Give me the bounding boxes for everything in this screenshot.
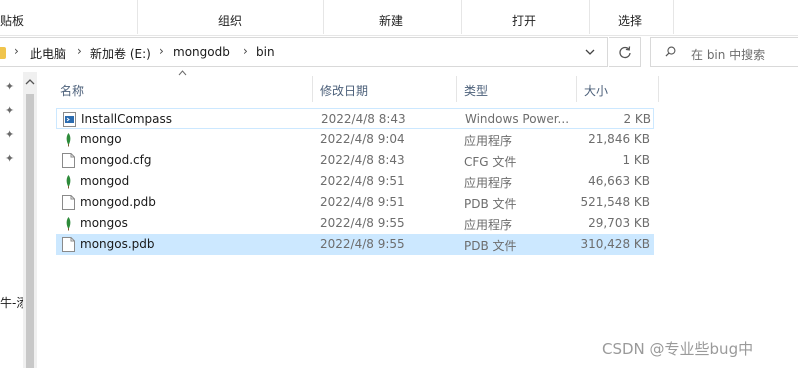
file-row[interactable]: mongos.pdb 2022/4/8 9:55 PDB 文件 310,428 … [56, 234, 654, 255]
file-date: 2022/4/8 9:51 [320, 195, 405, 209]
ribbon-divider [589, 0, 590, 34]
search-icon [665, 46, 676, 57]
mongodb-leaf-icon [66, 217, 71, 231]
powershell-script-icon [63, 112, 76, 127]
ribbon-group-organize[interactable]: 组织 [218, 12, 242, 29]
file-row[interactable]: mongos 2022/4/8 9:55 应用程序 29,703 KB [56, 213, 654, 234]
chevron-right-icon[interactable]: › [77, 44, 82, 58]
file-date: 2022/4/8 9:51 [320, 174, 405, 188]
file-size: 310,428 KB [580, 237, 650, 251]
pin-icon[interactable]: ✦ [5, 104, 14, 117]
column-divider[interactable] [658, 76, 659, 102]
chevron-right-icon[interactable]: › [243, 44, 248, 58]
file-size: 2 KB [623, 112, 651, 126]
ribbon-group-open[interactable]: 打开 [512, 12, 536, 29]
file-name: mongod [80, 174, 130, 188]
pin-icon[interactable]: ✦ [5, 128, 14, 141]
file-icon [62, 153, 75, 168]
file-type: PDB 文件 [464, 197, 517, 211]
file-row[interactable]: mongo 2022/4/8 9:04 应用程序 21,846 KB [56, 129, 654, 150]
breadcrumb-this-pc[interactable]: 此电脑 [30, 45, 66, 62]
chevron-right-icon[interactable]: › [14, 44, 19, 58]
mongodb-leaf-icon [66, 175, 71, 189]
file-date: 2022/4/8 9:04 [320, 132, 405, 146]
ribbon-divider [323, 0, 324, 34]
ribbon-group-new[interactable]: 新建 [379, 12, 403, 29]
nav-scrollbar-thumb[interactable] [26, 94, 34, 368]
chevron-down-icon[interactable] [584, 46, 596, 58]
ribbon-divider [137, 0, 138, 34]
breadcrumb-mongodb[interactable]: mongodb [173, 45, 230, 59]
file-type: 应用程序 [464, 134, 513, 148]
ribbon: 贴板 组织 新建 打开 选择 [0, 0, 798, 36]
file-type: CFG 文件 [464, 155, 517, 169]
address-row: › 此电脑 › 新加卷 (E:) › mongodb › bin 在 bin 中… [0, 36, 798, 70]
file-date: 2022/4/8 9:55 [320, 237, 405, 251]
file-icon [62, 195, 75, 210]
column-divider[interactable] [456, 76, 457, 102]
ribbon-group-select[interactable]: 选择 [618, 12, 642, 29]
file-name: mongo [80, 132, 122, 146]
file-size: 521,548 KB [580, 195, 650, 209]
file-row[interactable]: InstallCompass 2022/4/8 8:43 Windows Pow… [56, 108, 654, 129]
chevron-up-icon[interactable] [23, 78, 37, 89]
file-type: 应用程序 [464, 176, 513, 190]
folder-icon [0, 47, 6, 59]
navigation-pane: ✦ ✦ ✦ ✦ 牛-添 [0, 72, 37, 368]
pin-icon[interactable]: ✦ [5, 152, 14, 165]
search-placeholder: 在 bin 中搜索 [691, 48, 766, 62]
ribbon-divider [461, 0, 462, 34]
file-size: 29,703 KB [588, 216, 650, 230]
ribbon-divider [673, 0, 674, 34]
chevron-right-icon[interactable]: › [159, 44, 164, 58]
nav-scrollbar[interactable] [23, 72, 37, 368]
file-date: 2022/4/8 8:43 [321, 112, 406, 126]
search-input[interactable]: 在 bin 中搜索 [650, 37, 798, 67]
file-size: 1 KB [622, 153, 650, 167]
file-date: 2022/4/8 9:55 [320, 216, 405, 230]
file-type: Windows Power... [465, 112, 570, 126]
column-header: 名称 修改日期 类型 大小 [46, 70, 798, 104]
file-size: 46,663 KB [588, 174, 650, 188]
watermark: CSDN @专业些bug中 [602, 340, 754, 358]
file-date: 2022/4/8 8:43 [320, 153, 405, 167]
file-icon [62, 237, 75, 252]
file-size: 21,846 KB [588, 132, 650, 146]
refresh-icon [618, 46, 631, 59]
breadcrumb-drive-e[interactable]: 新加卷 (E:) [90, 45, 151, 62]
address-bar[interactable]: › 此电脑 › 新加卷 (E:) › mongodb › bin [0, 37, 608, 67]
file-name: InstallCompass [81, 112, 173, 126]
pin-icon[interactable]: ✦ [5, 80, 14, 93]
refresh-button[interactable] [609, 37, 641, 67]
column-divider[interactable] [576, 76, 577, 102]
file-row[interactable]: mongod.cfg 2022/4/8 8:43 CFG 文件 1 KB [56, 150, 654, 171]
column-divider[interactable] [312, 76, 313, 102]
file-name: mongos.pdb [80, 237, 155, 251]
column-type[interactable]: 类型 [464, 74, 488, 104]
breadcrumb-bin[interactable]: bin [256, 45, 275, 59]
file-name: mongod.pdb [80, 195, 156, 209]
file-row[interactable]: mongod 2022/4/8 9:51 应用程序 46,663 KB [56, 171, 654, 192]
file-name: mongod.cfg [80, 153, 152, 167]
column-size[interactable]: 大小 [584, 74, 608, 104]
file-name: mongos [80, 216, 128, 230]
file-row[interactable]: mongod.pdb 2022/4/8 9:51 PDB 文件 521,548 … [56, 192, 654, 213]
ribbon-group-clipboard[interactable]: 贴板 [0, 12, 24, 29]
file-type: 应用程序 [464, 218, 513, 232]
mongodb-leaf-icon [66, 133, 71, 147]
column-date-modified[interactable]: 修改日期 [320, 74, 368, 104]
column-name[interactable]: 名称 [60, 74, 84, 104]
file-type: PDB 文件 [464, 239, 517, 253]
sort-ascending-icon [178, 69, 187, 79]
